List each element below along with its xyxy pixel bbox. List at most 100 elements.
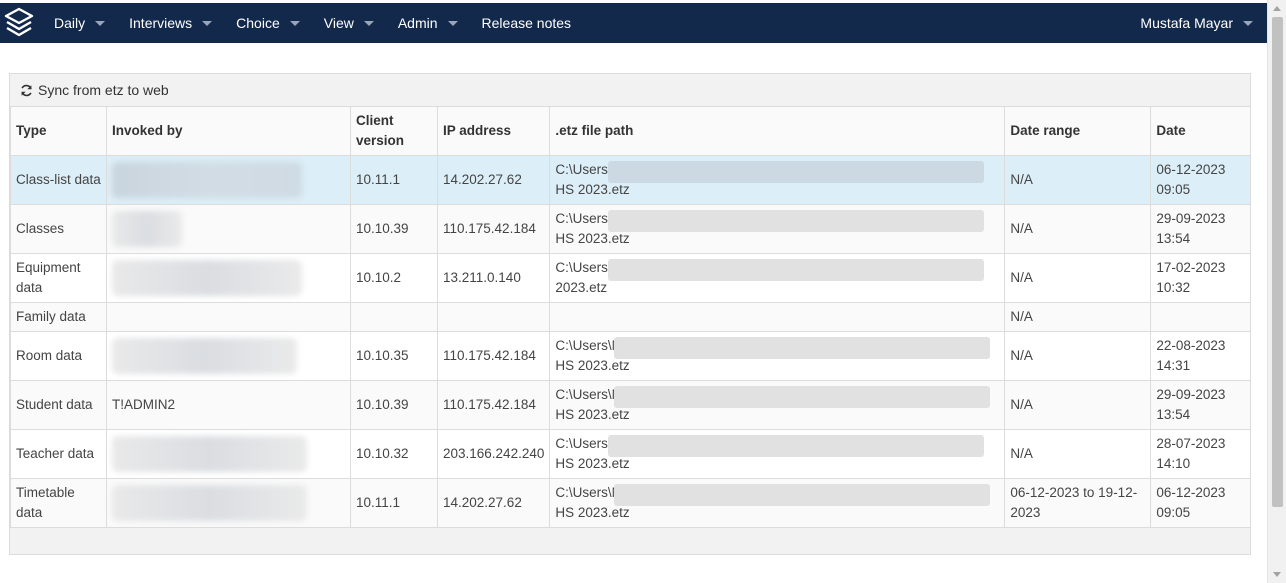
nav-daily[interactable]: Daily bbox=[42, 3, 117, 43]
cell-type: Teacher data bbox=[10, 429, 107, 479]
cell-date: 06-12-2023 09:05 bbox=[1150, 155, 1251, 205]
table-row[interactable]: Teacher data 10.10.32 203.166.242.240 C:… bbox=[10, 429, 1251, 479]
cell-ip-address bbox=[436, 302, 551, 332]
cell-invoked-by bbox=[106, 155, 351, 205]
cell-date-range: N/A bbox=[1004, 253, 1152, 303]
cell-date: 28-07-2023 14:10 bbox=[1150, 429, 1251, 479]
redacted-blur bbox=[614, 337, 991, 359]
redacted-blur bbox=[614, 484, 991, 506]
table-row[interactable]: Student data T!ADMIN2 10.10.39 110.175.4… bbox=[10, 380, 1251, 430]
caret-down-icon bbox=[363, 20, 374, 26]
cell-type: Equipment data bbox=[10, 253, 107, 303]
refresh-icon bbox=[21, 84, 32, 96]
cell-date: 29-09-2023 13:54 bbox=[1150, 204, 1251, 254]
cell-ip-address: 110.175.42.184 bbox=[436, 204, 551, 254]
table-row[interactable]: Equipment data 10.10.2 13.211.0.140 C:\U… bbox=[10, 253, 1251, 303]
cell-invoked-by: T!ADMIN2 bbox=[106, 380, 351, 430]
caret-down-icon bbox=[447, 20, 458, 26]
cell-client-version: 10.10.35 bbox=[350, 331, 438, 381]
col-header-etz-file-path[interactable]: .etz file path bbox=[549, 106, 1006, 156]
cell-type: Family data bbox=[10, 302, 107, 332]
sync-button[interactable]: Sync from etz to web bbox=[20, 82, 169, 98]
cell-etz-file-path: C:\Users\N HS 2023.etz bbox=[549, 478, 1006, 528]
cell-etz-file-path: C:\Users\ HS 2023.etz bbox=[549, 204, 1006, 254]
nav-view[interactable]: View bbox=[312, 3, 386, 43]
redacted-blur bbox=[608, 259, 985, 281]
redacted-blur bbox=[112, 338, 297, 374]
nav-choice[interactable]: Choice bbox=[224, 3, 312, 43]
cell-client-version bbox=[350, 302, 438, 332]
table-row[interactable]: Timetable data 10.11.1 14.202.27.62 C:\U… bbox=[10, 478, 1251, 528]
cell-client-version: 10.10.39 bbox=[350, 380, 438, 430]
redacted-blur bbox=[112, 162, 302, 198]
vertical-scrollbar[interactable] bbox=[1267, 0, 1286, 583]
cell-invoked-by bbox=[106, 478, 351, 528]
cell-etz-file-path: C:\Users\ HS 2023.etz bbox=[549, 155, 1006, 205]
cell-etz-file-path: C:\Users\ 2023.etz bbox=[549, 253, 1006, 303]
redacted-blur bbox=[112, 260, 302, 296]
cell-ip-address: 203.166.242.240 bbox=[436, 429, 551, 479]
col-header-ip-address[interactable]: IP address bbox=[436, 106, 551, 156]
redacted-blur bbox=[608, 435, 985, 457]
panel-footer bbox=[10, 528, 1250, 564]
cell-invoked-by bbox=[106, 204, 351, 254]
cell-type: Classes bbox=[10, 204, 107, 254]
cell-type: Room data bbox=[10, 331, 107, 381]
cell-date-range: N/A bbox=[1004, 331, 1152, 381]
nav-release-notes[interactable]: Release notes bbox=[470, 3, 584, 43]
cell-invoked-by bbox=[106, 331, 351, 381]
cell-date-range: N/A bbox=[1004, 302, 1152, 332]
cell-etz-file-path: C:\Users\N HS 2023.etz bbox=[549, 380, 1006, 430]
nav-interviews[interactable]: Interviews bbox=[117, 3, 224, 43]
cell-client-version: 10.10.32 bbox=[350, 429, 438, 479]
cell-ip-address: 13.211.0.140 bbox=[436, 253, 551, 303]
cell-etz-file-path bbox=[549, 302, 1006, 332]
cell-date-range: N/A bbox=[1004, 429, 1152, 479]
cell-ip-address: 110.175.42.184 bbox=[436, 331, 551, 381]
redacted-blur bbox=[614, 386, 991, 408]
redacted-blur bbox=[608, 161, 985, 183]
cell-invoked-by bbox=[106, 253, 351, 303]
col-header-invoked-by[interactable]: Invoked by bbox=[106, 106, 351, 156]
table-row[interactable]: Family data N/A bbox=[10, 302, 1251, 332]
cell-date: 22-08-2023 14:31 bbox=[1150, 331, 1251, 381]
cell-ip-address: 14.202.27.62 bbox=[436, 155, 551, 205]
caret-down-icon bbox=[202, 20, 213, 26]
cell-etz-file-path: C:\Users\ HS 2023.etz bbox=[549, 429, 1006, 479]
redacted-blur bbox=[608, 210, 985, 232]
cell-etz-file-path: C:\Users\N HS 2023.etz bbox=[549, 331, 1006, 381]
redacted-blur bbox=[112, 211, 182, 247]
col-header-type[interactable]: Type bbox=[10, 106, 107, 156]
col-header-date-range[interactable]: Date range bbox=[1004, 106, 1152, 156]
cell-date-range: N/A bbox=[1004, 380, 1152, 430]
cell-client-version: 10.11.1 bbox=[350, 155, 438, 205]
cell-date-range: N/A bbox=[1004, 155, 1152, 205]
sync-panel: Sync from etz to web Type Invoked by Cli… bbox=[9, 73, 1251, 555]
caret-down-icon bbox=[1243, 20, 1253, 26]
table-row[interactable]: Room data 10.10.35 110.175.42.184 C:\Use… bbox=[10, 331, 1251, 381]
sync-log-table: Type Invoked by Client version IP addres… bbox=[10, 106, 1251, 528]
cell-invoked-by bbox=[106, 302, 351, 332]
col-header-client-version[interactable]: Client version bbox=[350, 106, 438, 156]
scroll-up-arrow-icon[interactable] bbox=[1273, 6, 1281, 11]
caret-down-icon bbox=[95, 20, 106, 26]
cell-ip-address: 14.202.27.62 bbox=[436, 478, 551, 528]
app-logo-icon[interactable] bbox=[0, 3, 38, 43]
table-header-row: Type Invoked by Client version IP addres… bbox=[10, 106, 1251, 156]
cell-client-version: 10.10.39 bbox=[350, 204, 438, 254]
user-menu[interactable]: Mustafa Mayar bbox=[1128, 3, 1267, 43]
cell-date-range: N/A bbox=[1004, 204, 1152, 254]
scroll-thumb[interactable] bbox=[1272, 17, 1283, 507]
top-navbar: Daily Interviews Choice View Admin Relea… bbox=[0, 3, 1267, 43]
cell-type: Class-list data bbox=[10, 155, 107, 205]
table-row[interactable]: Class-list data 10.11.1 14.202.27.62 C:\… bbox=[10, 155, 1251, 205]
table-row[interactable]: Classes 10.10.39 110.175.42.184 C:\Users… bbox=[10, 204, 1251, 254]
cell-client-version: 10.11.1 bbox=[350, 478, 438, 528]
cell-date: 29-09-2023 13:54 bbox=[1150, 380, 1251, 430]
panel-toolbar: Sync from etz to web bbox=[10, 74, 1250, 106]
col-header-date[interactable]: Date bbox=[1150, 106, 1251, 156]
redacted-blur bbox=[112, 436, 307, 472]
cell-date: 17-02-2023 10:32 bbox=[1150, 253, 1251, 303]
scroll-down-arrow-icon[interactable] bbox=[1273, 572, 1281, 577]
nav-admin[interactable]: Admin bbox=[386, 3, 470, 43]
